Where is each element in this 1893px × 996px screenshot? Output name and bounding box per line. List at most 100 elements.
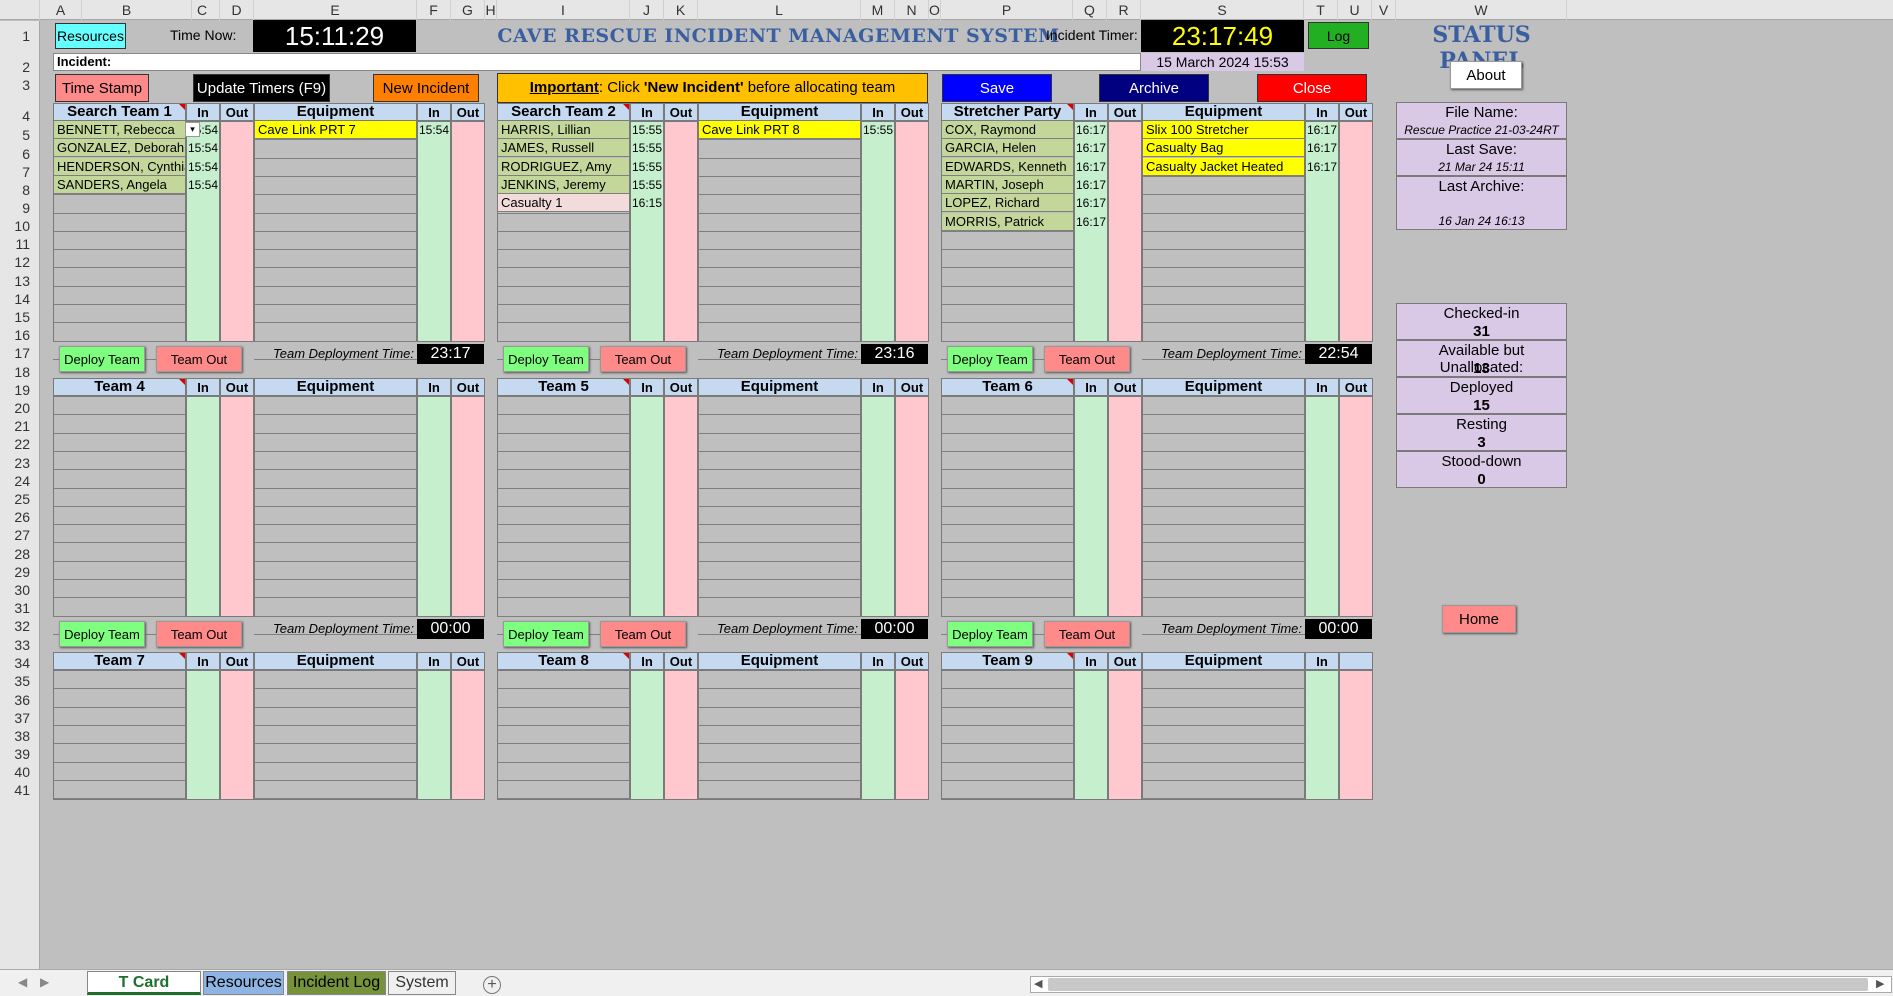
row-header[interactable]: 12 [0, 248, 30, 270]
row-header[interactable]: 32 [0, 612, 30, 634]
member-in-column[interactable] [186, 670, 220, 800]
member-out-column[interactable] [220, 670, 254, 800]
member-in-column[interactable] [630, 670, 664, 800]
equip-out-column[interactable] [451, 670, 485, 800]
row-header[interactable]: 14 [0, 285, 30, 307]
team-out-button[interactable]: Team Out [156, 346, 242, 372]
member-out-column[interactable] [664, 396, 698, 617]
equip-out-column[interactable] [451, 396, 485, 617]
row-header[interactable]: 23 [0, 449, 30, 471]
column-header[interactable]: V [1372, 0, 1396, 20]
row-header[interactable]: 16 [0, 321, 30, 343]
equip-in-column[interactable] [1305, 670, 1339, 800]
row-header[interactable]: 6 [0, 140, 30, 162]
row-header[interactable]: 3 [0, 71, 30, 93]
member-name[interactable]: HARRIS, Lillian [498, 121, 629, 139]
equip-out-column[interactable] [1339, 670, 1373, 800]
archive-button[interactable]: Archive [1099, 74, 1209, 102]
member-name[interactable]: RODRIGUEZ, Amy [498, 158, 629, 176]
scroll-left-icon[interactable]: ◀ [1034, 977, 1042, 990]
column-header[interactable]: W [1396, 0, 1567, 20]
member-in-time[interactable]: 16:15 [631, 194, 663, 212]
column-header[interactable]: M [861, 0, 895, 20]
member-name[interactable]: HENDERSON, Cynthia [54, 158, 185, 176]
member-out-column[interactable] [1108, 670, 1142, 800]
member-name[interactable]: LOPEZ, Richard [942, 194, 1073, 212]
row-header[interactable]: 5 [0, 121, 30, 143]
row-header[interactable]: 8 [0, 176, 30, 198]
row-header[interactable]: 15 [0, 303, 30, 325]
member-in-time[interactable]: 16:17 [1075, 139, 1107, 157]
column-header[interactable]: C [185, 0, 220, 20]
member-in-time[interactable]: 15:55 [631, 139, 663, 157]
member-name[interactable]: COX, Raymond [942, 121, 1073, 139]
column-header[interactable]: L [698, 0, 861, 20]
row-header[interactable]: 31 [0, 594, 30, 616]
member-name[interactable]: MARTIN, Joseph [942, 176, 1073, 194]
member-in-time[interactable]: 15:55 [631, 121, 663, 139]
equip-out-column[interactable] [451, 121, 485, 342]
row-header[interactable]: 28 [0, 540, 30, 562]
equipment-in-time[interactable]: 16:17 [1306, 139, 1338, 157]
column-header[interactable]: E [254, 0, 417, 20]
row-header[interactable]: 24 [0, 467, 30, 489]
member-out-column[interactable] [220, 121, 254, 342]
row-header[interactable]: 30 [0, 576, 30, 598]
member-name[interactable]: GONZALEZ, Deborah [54, 139, 185, 157]
equip-out-column[interactable] [1339, 121, 1373, 342]
tab-system[interactable]: System [388, 971, 456, 995]
deploy-team-button[interactable]: Deploy Team [503, 346, 589, 372]
equipment-name[interactable]: Slix 100 Stretcher [1143, 121, 1304, 139]
member-in-time[interactable]: 16:17 [1075, 158, 1107, 176]
member-name[interactable]: GARCIA, Helen [942, 139, 1073, 157]
equipment-in-time[interactable]: 15:54 [418, 121, 450, 139]
tab-scroll-right-icon[interactable]: ▶ [40, 975, 49, 989]
row-header[interactable]: 9 [0, 194, 30, 216]
equipment-in-time[interactable]: 15:55 [862, 121, 894, 139]
column-header[interactable]: T [1304, 0, 1338, 20]
equip-out-column[interactable] [895, 396, 929, 617]
equip-in-column[interactable] [417, 396, 451, 617]
member-in-column[interactable] [186, 396, 220, 617]
equipment-name[interactable]: Casualty Jacket Heated [1143, 158, 1304, 176]
row-header[interactable]: 13 [0, 267, 30, 289]
equip-in-column[interactable] [861, 670, 895, 800]
column-header[interactable]: Q [1073, 0, 1107, 20]
column-header[interactable]: F [417, 0, 451, 20]
member-name[interactable]: SANDERS, Angela [54, 176, 185, 194]
member-in-time[interactable]: 15:55 [631, 158, 663, 176]
column-header[interactable]: I [497, 0, 630, 20]
member-name[interactable]: EDWARDS, Kenneth [942, 158, 1073, 176]
column-header[interactable]: B [62, 0, 192, 20]
row-header[interactable]: 20 [0, 394, 30, 416]
member-in-time[interactable]: 15:54 [187, 158, 219, 176]
row-header[interactable]: 1 [0, 22, 30, 44]
member-name[interactable]: MORRIS, Patrick [942, 213, 1073, 231]
deploy-team-button[interactable]: Deploy Team [59, 621, 145, 647]
row-header[interactable]: 41 [0, 776, 30, 798]
resources-button[interactable]: Resources [55, 23, 126, 49]
deploy-team-button[interactable]: Deploy Team [59, 346, 145, 372]
new-incident-button[interactable]: New Incident [373, 74, 479, 102]
column-header[interactable]: S [1141, 0, 1304, 20]
row-header[interactable]: 29 [0, 558, 30, 580]
home-button[interactable]: Home [1442, 605, 1516, 633]
equip-in-column[interactable] [861, 396, 895, 617]
deploy-team-button[interactable]: Deploy Team [947, 346, 1033, 372]
row-header[interactable]: 18 [0, 358, 30, 380]
dropdown-arrow-icon[interactable]: ▾ [185, 122, 200, 137]
equipment-name[interactable]: Casualty Bag [1143, 139, 1304, 157]
team-out-button[interactable]: Team Out [1044, 346, 1130, 372]
row-header[interactable]: 34 [0, 649, 30, 671]
member-name[interactable]: JAMES, Russell [498, 139, 629, 157]
member-out-column[interactable] [664, 121, 698, 342]
row-header[interactable]: 21 [0, 412, 30, 434]
row-header[interactable]: 10 [0, 212, 30, 234]
time-stamp-button[interactable]: Time Stamp [55, 74, 149, 102]
row-header[interactable]: 40 [0, 758, 30, 780]
row-header[interactable]: 11 [0, 230, 30, 252]
equip-in-column[interactable] [417, 670, 451, 800]
member-in-column[interactable] [630, 396, 664, 617]
select-all-corner[interactable] [0, 0, 40, 20]
equip-in-column[interactable] [1305, 396, 1339, 617]
